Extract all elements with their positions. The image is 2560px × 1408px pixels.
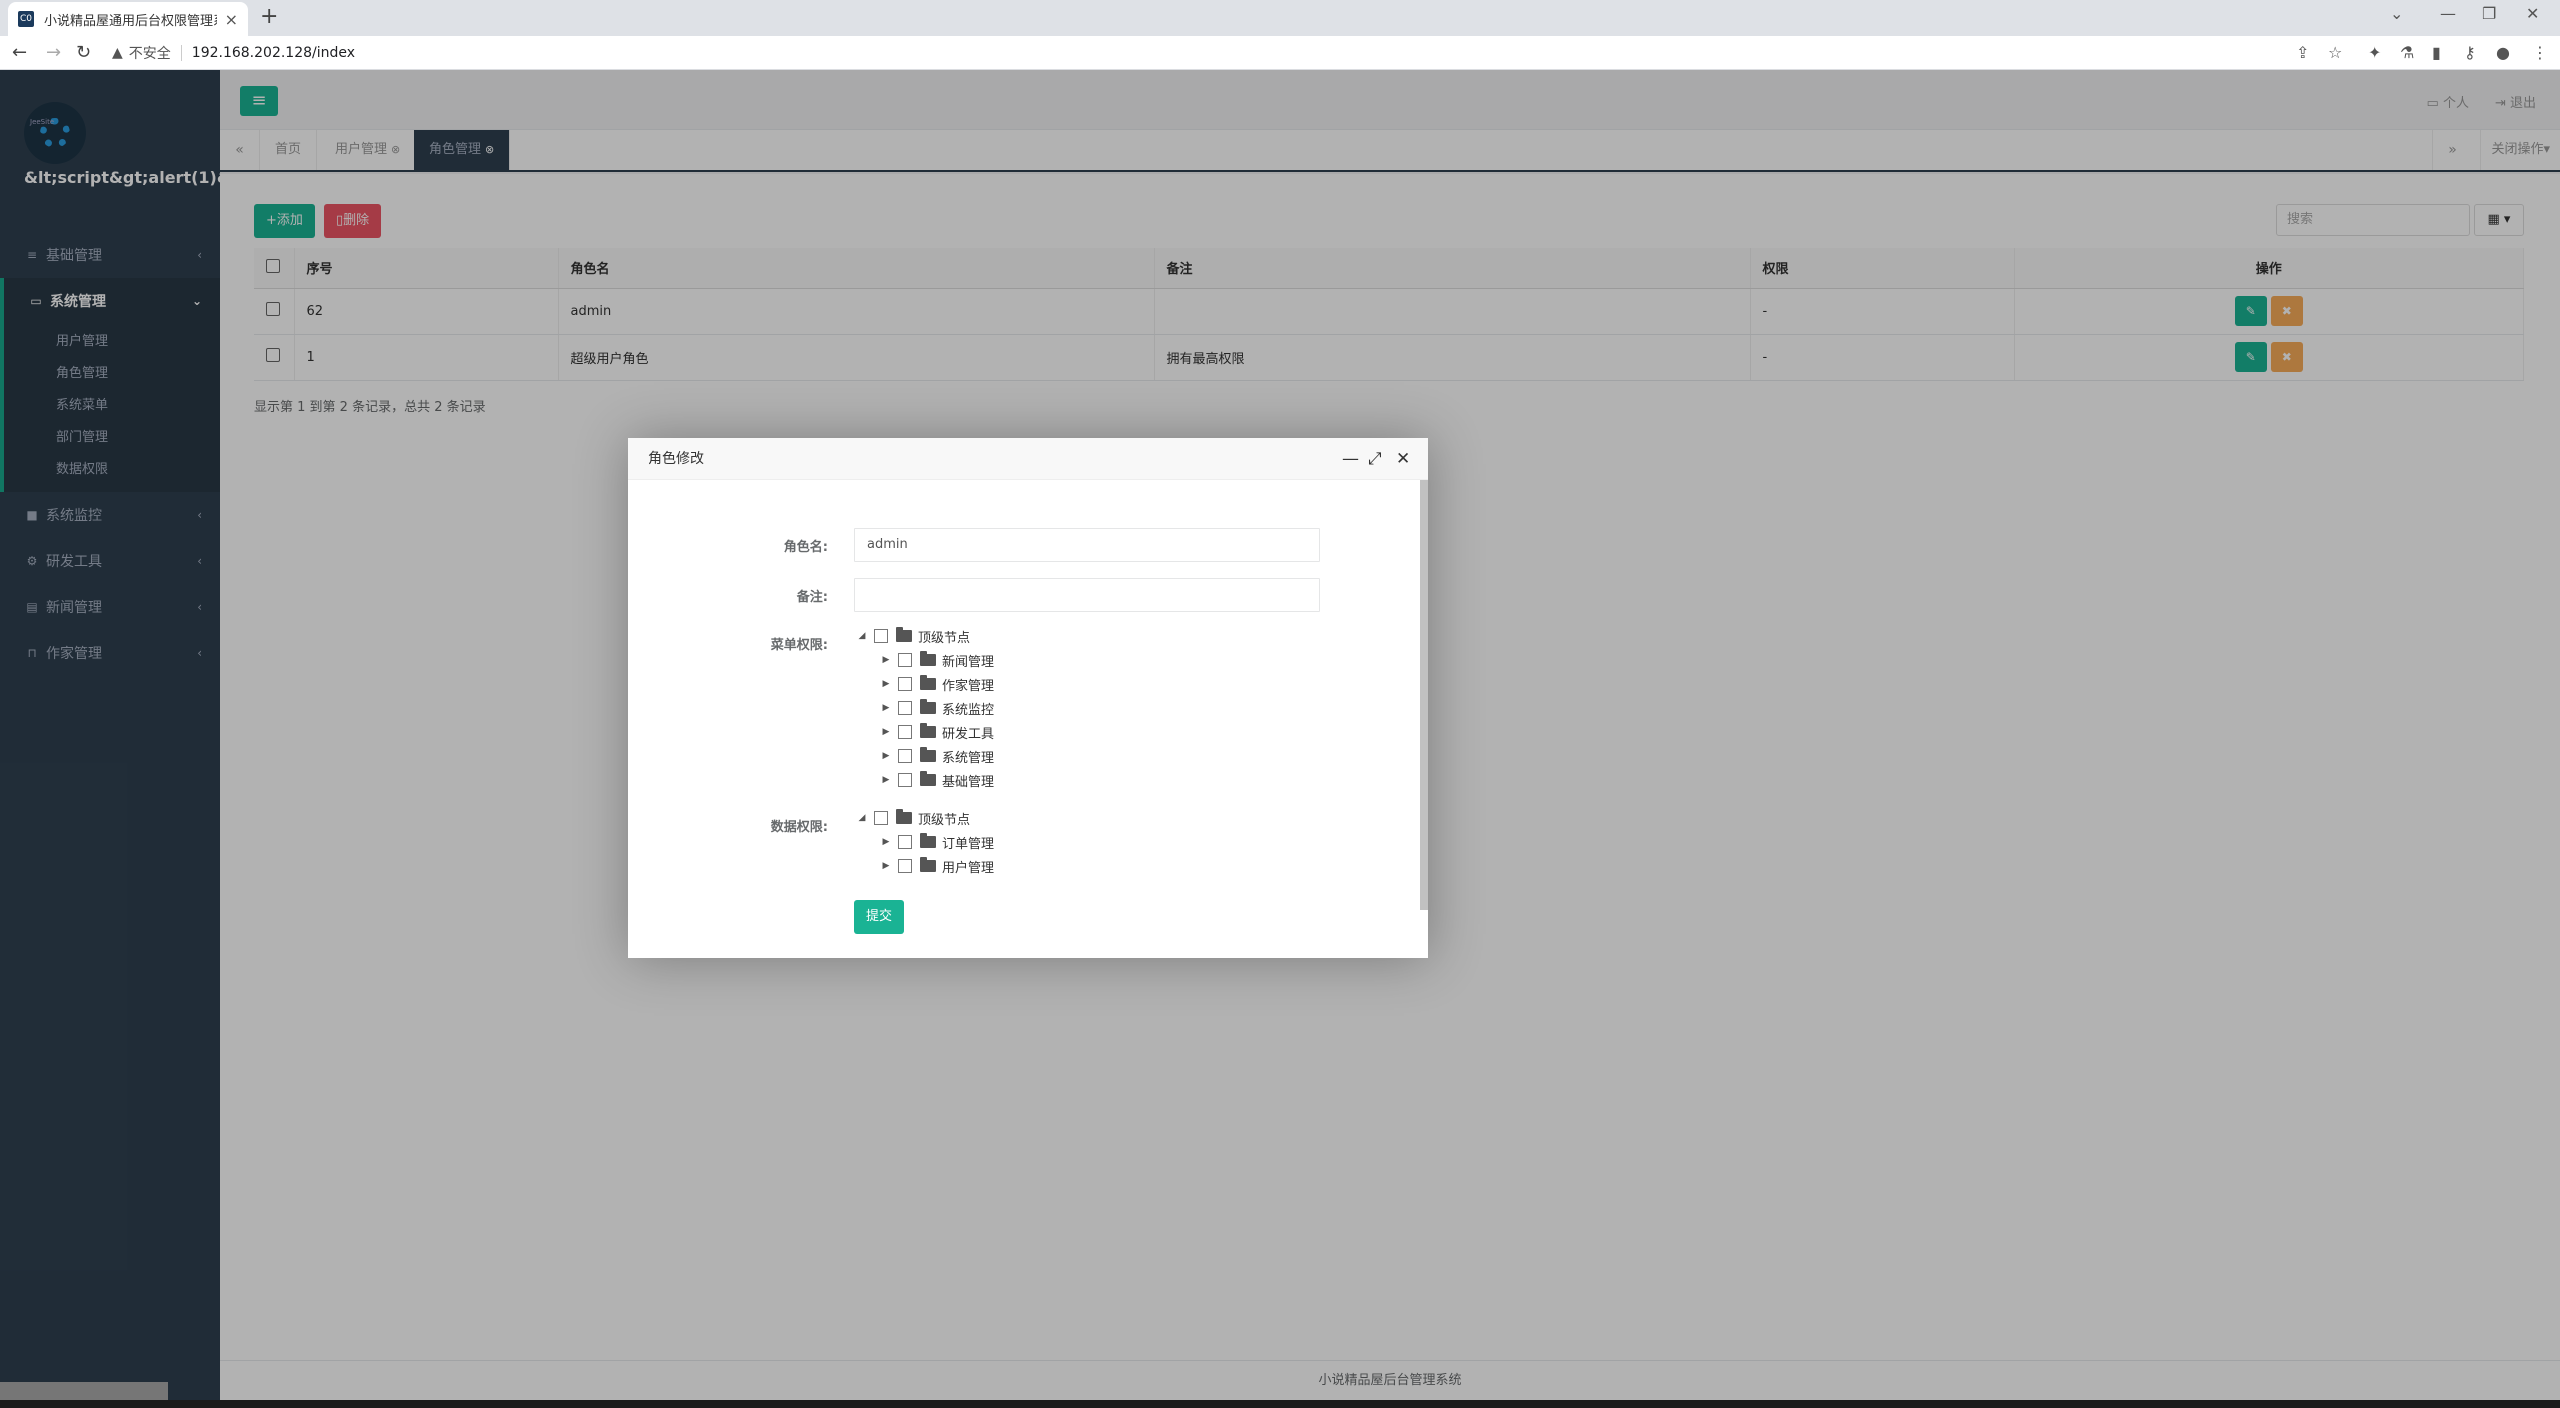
folder-icon [920, 833, 936, 848]
remark-label: 备注: [796, 590, 828, 605]
favicon-icon: C0 [18, 11, 34, 27]
sidepanel-icon[interactable]: ▮ [2432, 44, 2441, 62]
caret-expanded-icon[interactable]: ◢ [854, 813, 870, 823]
dialog-title: 角色修改 [648, 451, 704, 467]
tab-search-icon[interactable]: ⌄ [2390, 4, 2403, 23]
menu-perm-label: 菜单权限: [770, 638, 828, 653]
close-tab-icon[interactable]: × [225, 10, 238, 29]
lab-icon[interactable]: ⚗ [2400, 44, 2414, 62]
bookmark-star-icon[interactable]: ☆ [2328, 44, 2342, 62]
caret-right-icon[interactable]: ▶ [878, 775, 894, 785]
restore-icon[interactable]: ❐ [2482, 4, 2496, 23]
tree-checkbox[interactable] [898, 773, 912, 787]
minimize-icon[interactable]: — [2440, 4, 2456, 23]
submit-button[interactable]: 提交 [854, 900, 905, 934]
insecure-label: 不安全 [128, 46, 171, 62]
address-bar: ← → ↻ ▲ 不安全 192.168.202.128/index ⇪ ☆ ✦ … [0, 36, 2560, 70]
tree-node-root: ◢ 顶级节点 [854, 624, 994, 648]
folder-icon [896, 809, 912, 824]
data-perm-tree: ◢ 顶级节点 ▶ 订单管理 ▶ 用户管理 [854, 806, 994, 878]
tree-node: ▶ 用户管理 [854, 854, 994, 878]
tree-checkbox[interactable] [898, 677, 912, 691]
browser-tab-title: 小说精品屋通用后台权限管理系 [44, 13, 217, 29]
tree-checkbox[interactable] [898, 725, 912, 739]
reload-icon[interactable]: ↻ [76, 43, 91, 63]
tree-checkbox[interactable] [898, 749, 912, 763]
tree-checkbox[interactable] [874, 811, 888, 825]
share-icon[interactable]: ⇪ [2296, 44, 2309, 62]
back-icon[interactable]: ← [12, 43, 27, 63]
tree-checkbox[interactable] [898, 859, 912, 873]
tree-checkbox[interactable] [874, 629, 888, 643]
tree-node: ▶ 新闻管理 [854, 648, 994, 672]
menu-perm-tree: ◢ 顶级节点 ▶ 新闻管理 ▶ 作家管理 ▶ 系统监控 ▶ 研发工具 ▶ 系统管理 ▶ 基础管… [854, 624, 994, 792]
caret-right-icon[interactable]: ▶ [878, 751, 894, 761]
url-text: 192.168.202.128/index [191, 45, 356, 61]
role-edit-dialog: 角色修改 — ⤢ ✕ 角色名: admin 备注: 菜单权限: ◢ 顶级节点 ▶ 新… [628, 438, 1428, 958]
remark-input[interactable] [854, 578, 1320, 612]
folder-icon [920, 675, 936, 690]
tree-node: ▶ 研发工具 [854, 720, 994, 744]
url-separator [180, 45, 182, 61]
tree-node: ▶ 订单管理 [854, 830, 994, 854]
close-window-icon[interactable]: ✕ [2526, 4, 2539, 23]
tree-checkbox[interactable] [898, 701, 912, 715]
caret-right-icon[interactable]: ▶ [878, 861, 894, 871]
tree-node: ▶ 系统监控 [854, 696, 994, 720]
dialog-body: 角色名: admin 备注: 菜单权限: ◢ 顶级节点 ▶ 新闻管理 ▶ 作家管理 ▶… [648, 500, 1392, 958]
key-icon[interactable]: ⚷ [2464, 44, 2476, 62]
caret-right-icon[interactable]: ▶ [878, 837, 894, 847]
caret-right-icon[interactable]: ▶ [878, 703, 894, 713]
profile-icon[interactable]: ● [2496, 44, 2510, 62]
role-name-label: 角色名: [783, 540, 828, 555]
folder-icon [920, 747, 936, 762]
folder-icon [920, 771, 936, 786]
browser-tab[interactable]: C0 小说精品屋通用后台权限管理系 × [8, 2, 248, 36]
new-tab-icon[interactable]: + [260, 4, 278, 30]
tree-checkbox[interactable] [898, 835, 912, 849]
caret-expanded-icon[interactable]: ◢ [854, 631, 870, 641]
forward-icon[interactable]: → [46, 43, 61, 63]
tree-node: ▶ 基础管理 [854, 768, 994, 792]
tree-node: ▶ 系统管理 [854, 744, 994, 768]
close-icon[interactable]: ✕ [1396, 438, 1410, 480]
folder-icon [920, 857, 936, 872]
more-menu-icon[interactable]: ⋮ [2532, 44, 2548, 62]
tree-node-root: ◢ 顶级节点 [854, 806, 994, 830]
caret-right-icon[interactable]: ▶ [878, 655, 894, 665]
caret-right-icon[interactable]: ▶ [878, 679, 894, 689]
os-taskbar [0, 1400, 2560, 1408]
dialog-header: 角色修改 — ⤢ ✕ [628, 438, 1428, 480]
folder-icon [920, 699, 936, 714]
data-perm-label: 数据权限: [770, 820, 828, 835]
folder-icon [920, 651, 936, 666]
tree-checkbox[interactable] [898, 653, 912, 667]
dialog-scrollbar[interactable] [1420, 480, 1428, 910]
tree-node: ▶ 作家管理 [854, 672, 994, 696]
caret-right-icon[interactable]: ▶ [878, 727, 894, 737]
browser-tab-bar: C0 小说精品屋通用后台权限管理系 × + ⌄ — ❐ ✕ [0, 0, 2560, 36]
maximize-icon[interactable]: ⤢ [1368, 438, 1382, 480]
folder-icon [896, 627, 912, 642]
url-field[interactable]: ▲ 不安全 192.168.202.128/index [112, 42, 355, 64]
role-name-input[interactable]: admin [854, 528, 1320, 562]
warning-icon: ▲ [112, 45, 123, 61]
extensions-icon[interactable]: ✦ [2368, 44, 2381, 62]
folder-icon [920, 723, 936, 738]
minimize-icon[interactable]: — [1342, 438, 1359, 480]
